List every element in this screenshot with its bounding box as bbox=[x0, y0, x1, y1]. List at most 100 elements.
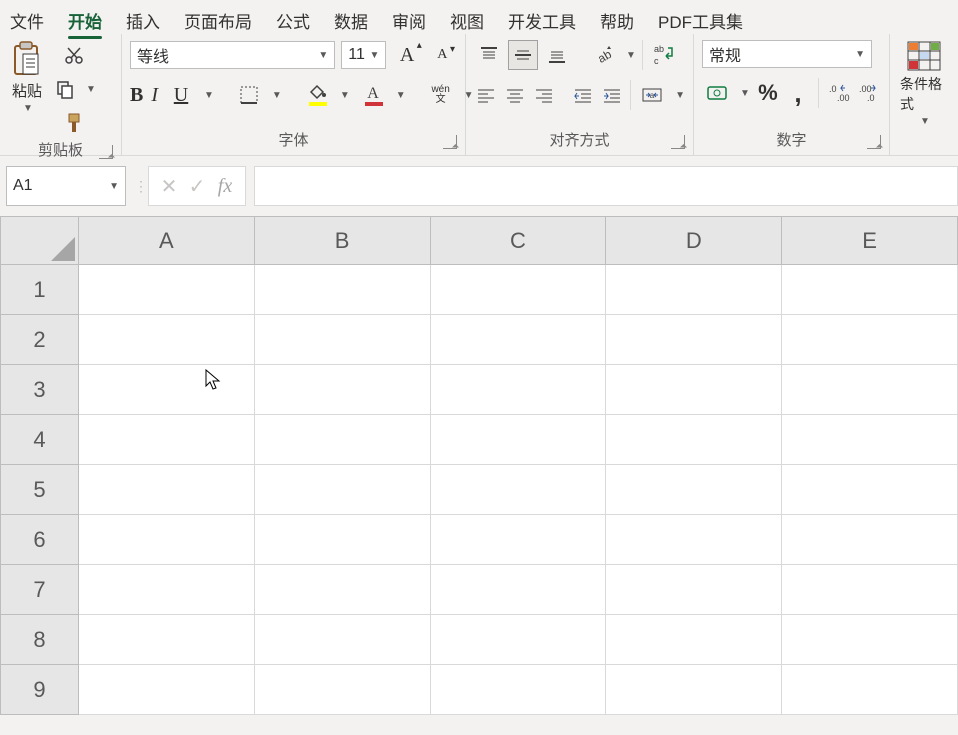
cell[interactable] bbox=[782, 315, 958, 365]
cell[interactable] bbox=[78, 365, 254, 415]
column-header[interactable]: D bbox=[606, 217, 782, 265]
align-top-button[interactable] bbox=[474, 40, 504, 70]
menu-tab-7[interactable]: 视图 bbox=[450, 6, 484, 35]
cell[interactable] bbox=[606, 615, 782, 665]
menu-tab-5[interactable]: 数据 bbox=[334, 6, 368, 35]
cell[interactable] bbox=[254, 615, 430, 665]
menu-tab-0[interactable]: 文件 bbox=[10, 6, 44, 35]
menu-tab-6[interactable]: 审阅 bbox=[392, 6, 426, 35]
cell[interactable] bbox=[430, 365, 606, 415]
menu-tab-10[interactable]: PDF工具集 bbox=[658, 6, 743, 35]
cell[interactable] bbox=[606, 565, 782, 615]
cell[interactable] bbox=[78, 315, 254, 365]
cell[interactable] bbox=[430, 515, 606, 565]
bold-button[interactable]: B bbox=[130, 80, 143, 110]
enter-formula-button[interactable]: ✓ bbox=[183, 174, 211, 199]
cell[interactable] bbox=[78, 265, 254, 315]
orientation-button[interactable]: ab bbox=[588, 40, 618, 70]
cell[interactable] bbox=[782, 415, 958, 465]
cell[interactable] bbox=[78, 665, 254, 715]
number-format-select[interactable]: 常规▼ bbox=[702, 40, 872, 68]
decrease-font-button[interactable]: A▾ bbox=[428, 40, 457, 70]
cell[interactable] bbox=[606, 665, 782, 715]
percent-button[interactable]: % bbox=[756, 78, 780, 108]
cell[interactable] bbox=[254, 515, 430, 565]
cell[interactable] bbox=[606, 465, 782, 515]
row-header[interactable]: 3 bbox=[1, 365, 79, 415]
cell[interactable] bbox=[78, 515, 254, 565]
menu-tab-3[interactable]: 页面布局 bbox=[184, 6, 252, 35]
row-header[interactable]: 6 bbox=[1, 515, 79, 565]
paste-dropdown-icon[interactable]: ▼ bbox=[21, 103, 33, 114]
border-dropdown-icon[interactable]: ▼ bbox=[270, 90, 282, 101]
format-painter-button[interactable] bbox=[61, 110, 87, 136]
menu-tab-1[interactable]: 开始 bbox=[68, 6, 102, 35]
cell[interactable] bbox=[254, 315, 430, 365]
cell[interactable] bbox=[430, 315, 606, 365]
row-header[interactable]: 5 bbox=[1, 465, 79, 515]
row-header[interactable]: 2 bbox=[1, 315, 79, 365]
font-color-button[interactable]: A bbox=[358, 80, 388, 110]
column-header[interactable]: C bbox=[430, 217, 606, 265]
cell[interactable] bbox=[782, 465, 958, 515]
decrease-decimal-button[interactable]: .00.0 bbox=[857, 78, 881, 108]
name-box[interactable]: A1▼ bbox=[6, 166, 126, 206]
cancel-formula-button[interactable]: ✕ bbox=[155, 174, 183, 199]
menu-tab-8[interactable]: 开发工具 bbox=[508, 6, 576, 35]
cell[interactable] bbox=[606, 365, 782, 415]
orientation-dropdown-icon[interactable]: ▼ bbox=[624, 50, 636, 61]
merge-center-button[interactable]: a bbox=[637, 80, 667, 110]
comma-button[interactable]: , bbox=[786, 78, 810, 108]
cell[interactable] bbox=[430, 565, 606, 615]
cell[interactable] bbox=[606, 515, 782, 565]
row-header[interactable]: 8 bbox=[1, 615, 79, 665]
align-center-button[interactable] bbox=[503, 80, 528, 110]
row-header[interactable]: 1 bbox=[1, 265, 79, 315]
cell[interactable] bbox=[254, 465, 430, 515]
merge-dropdown-icon[interactable]: ▼ bbox=[673, 90, 685, 101]
insert-function-button[interactable]: fx bbox=[211, 175, 239, 198]
cell[interactable] bbox=[254, 665, 430, 715]
underline-dropdown-icon[interactable]: ▼ bbox=[202, 90, 214, 101]
conditional-format-button[interactable]: 条件格式 ▼ bbox=[894, 38, 954, 155]
cell[interactable] bbox=[78, 565, 254, 615]
cell[interactable] bbox=[78, 615, 254, 665]
alignment-dialog-launcher[interactable] bbox=[671, 135, 685, 149]
cell[interactable] bbox=[430, 465, 606, 515]
cell[interactable] bbox=[606, 265, 782, 315]
copy-button[interactable] bbox=[52, 76, 78, 102]
wrap-text-button[interactable]: abc bbox=[649, 40, 679, 70]
font-size-select[interactable]: 11▼ bbox=[341, 41, 386, 69]
menu-tab-9[interactable]: 帮助 bbox=[600, 6, 634, 35]
cell[interactable] bbox=[430, 415, 606, 465]
phonetic-button[interactable]: wén文 bbox=[426, 80, 456, 110]
cell[interactable] bbox=[606, 415, 782, 465]
column-header[interactable]: B bbox=[254, 217, 430, 265]
cell[interactable] bbox=[782, 665, 958, 715]
clipboard-dialog-launcher[interactable] bbox=[99, 145, 113, 159]
cell[interactable] bbox=[430, 615, 606, 665]
italic-button[interactable]: I bbox=[151, 80, 158, 110]
cell[interactable] bbox=[78, 465, 254, 515]
name-box-dropdown-icon[interactable]: ▼ bbox=[107, 181, 119, 192]
copy-dropdown-icon[interactable]: ▼ bbox=[84, 84, 96, 95]
row-header[interactable]: 7 bbox=[1, 565, 79, 615]
border-button[interactable] bbox=[234, 80, 264, 110]
font-name-select[interactable]: 等线▼ bbox=[130, 41, 335, 69]
underline-button[interactable]: U bbox=[166, 80, 196, 110]
menu-tab-4[interactable]: 公式 bbox=[276, 6, 310, 35]
cell[interactable] bbox=[78, 415, 254, 465]
column-header[interactable]: A bbox=[78, 217, 254, 265]
accounting-format-button[interactable] bbox=[702, 78, 732, 108]
align-middle-button[interactable] bbox=[508, 40, 538, 70]
conditional-format-dropdown-icon[interactable]: ▼ bbox=[918, 116, 930, 127]
formula-bar[interactable] bbox=[254, 166, 958, 206]
align-bottom-button[interactable] bbox=[542, 40, 572, 70]
increase-indent-button[interactable] bbox=[600, 80, 625, 110]
font-dialog-launcher[interactable] bbox=[443, 135, 457, 149]
cell[interactable] bbox=[430, 665, 606, 715]
cell[interactable] bbox=[430, 265, 606, 315]
cut-button[interactable] bbox=[61, 42, 87, 68]
cell[interactable] bbox=[782, 565, 958, 615]
number-dialog-launcher[interactable] bbox=[867, 135, 881, 149]
